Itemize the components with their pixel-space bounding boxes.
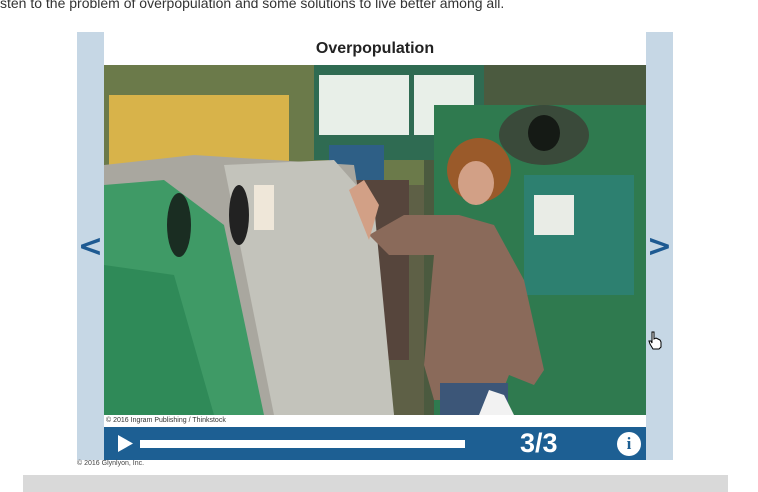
next-slide-button[interactable]: > bbox=[646, 32, 673, 460]
progress-fill bbox=[140, 440, 465, 448]
slide-card: Overpopulation © 2016 Ingram Publishing … bbox=[104, 32, 646, 460]
image-credit: © 2016 Ingram Publishing / Thinkstock bbox=[104, 415, 646, 427]
chevron-left-icon: < bbox=[77, 228, 104, 264]
player-controls: 3/3 i bbox=[104, 427, 646, 460]
slide-photo bbox=[104, 65, 646, 415]
slideshow: < Overpopulation © 2016 Ingram Publishin… bbox=[77, 32, 673, 460]
play-icon[interactable] bbox=[116, 434, 134, 453]
info-icon[interactable]: i bbox=[617, 432, 641, 456]
chevron-right-icon: > bbox=[646, 228, 673, 264]
prev-slide-button[interactable]: < bbox=[77, 32, 104, 460]
slide-title: Overpopulation bbox=[315, 40, 435, 57]
intro-text: sten to the problem of overpopulation an… bbox=[0, 0, 505, 11]
bottom-scrollbar[interactable] bbox=[23, 475, 728, 492]
hand-cursor-icon bbox=[648, 331, 662, 350]
progress-bar[interactable] bbox=[140, 440, 465, 448]
slide-counter: 3/3 bbox=[520, 428, 558, 458]
copyright-text: © 2016 Glynlyon, Inc. bbox=[77, 460, 145, 467]
